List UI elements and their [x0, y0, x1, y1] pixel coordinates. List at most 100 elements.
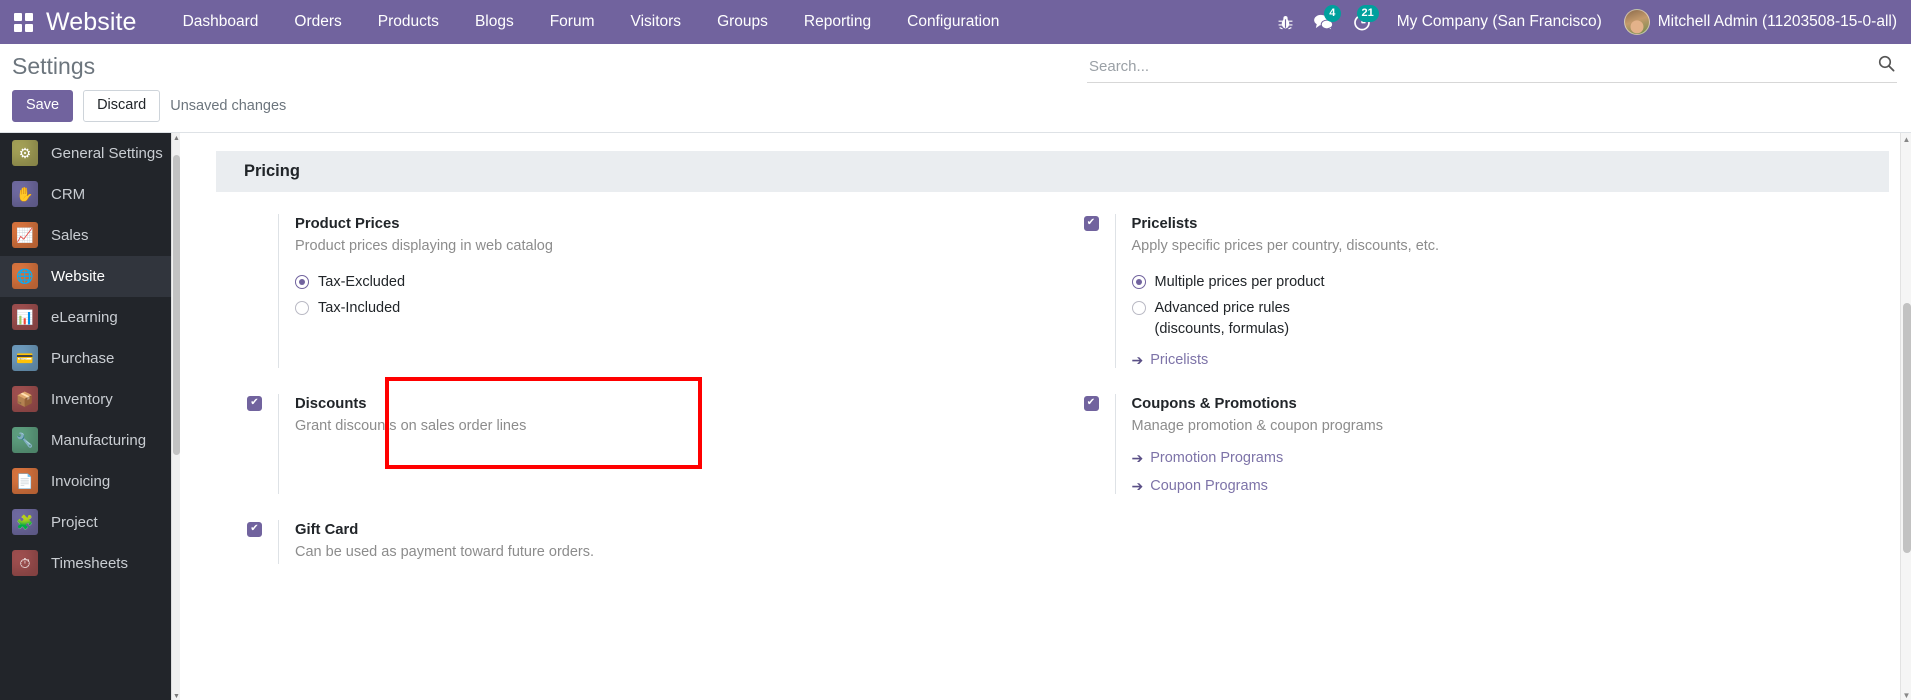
sidebar-item-label: CRM: [51, 185, 86, 203]
content-scroll-thumb[interactable]: [1903, 302, 1911, 553]
radio-sublabel: (discounts, formulas): [1154, 320, 1290, 337]
messages-icon[interactable]: 4: [1305, 0, 1343, 44]
radio-label: Tax-Included: [318, 300, 401, 317]
arrow-right-icon: ➔: [1131, 351, 1144, 368]
nav-item-products[interactable]: Products: [360, 0, 457, 44]
nav-item-forum[interactable]: Forum: [532, 0, 613, 44]
setting-block-coupons-promotions: ✔ Coupons & Promotions Manage promotion & …: [1053, 393, 1890, 520]
radio-row[interactable]: Tax-Included: [295, 298, 553, 319]
settings-sidebar: ⚙ General Settings ✋ CRM 📈 Sales 🌐 Website 📊 eLea…: [0, 132, 180, 700]
radio-multiple-prices-per-product[interactable]: [1131, 274, 1146, 289]
link-pricelists[interactable]: ➔ Pricelists: [1132, 352, 1440, 368]
setting-description: Grant discounts on sales order lines: [295, 417, 527, 434]
setting-title: Discounts: [295, 395, 367, 412]
nav-item-visitors[interactable]: Visitors: [613, 0, 700, 44]
puzzle-icon: 🧩: [12, 509, 38, 536]
nav-item-reporting[interactable]: Reporting: [786, 0, 889, 44]
sidebar-scroll-up-arrow[interactable]: ▲: [173, 135, 180, 142]
sidebar-item-timesheets[interactable]: ⏱ Timesheets: [0, 543, 180, 584]
checkbox-discounts[interactable]: ✔: [247, 395, 262, 411]
wrench-icon: 🔧: [12, 427, 38, 454]
setting-checkbox-column: ✔: [1053, 214, 1115, 231]
setting-body: Product Prices Product prices displaying …: [295, 214, 553, 319]
workspace: ⚙ General Settings ✋ CRM 📈 Sales 🌐 Website 📊 eLea…: [0, 132, 1911, 700]
sidebar-item-inventory[interactable]: 📦 Inventory: [0, 379, 180, 420]
control-panel: Settings Save Discard Unsaved changes: [0, 44, 1911, 133]
setting-description: Apply specific prices per country, disco…: [1131, 238, 1440, 255]
sidebar-item-website[interactable]: 🌐 Website: [0, 255, 180, 297]
setting-body: Gift Card Can be used as payment toward f…: [295, 520, 594, 564]
link-label: Pricelists: [1150, 351, 1209, 368]
link-promotion-programs[interactable]: ➔ Promotion Programs: [1132, 450, 1383, 466]
sidebar-item-label: eLearning: [51, 308, 118, 326]
activities-clock-icon[interactable]: 21: [1343, 0, 1381, 44]
setting-divider: [278, 393, 279, 494]
search-icon[interactable]: [1870, 55, 1895, 77]
search-input[interactable]: [1089, 57, 1870, 75]
radio-advanced-price-rules[interactable]: [1131, 301, 1146, 316]
sidebar-item-crm[interactable]: ✋ CRM: [0, 174, 180, 215]
radio-label: Multiple prices per product: [1154, 273, 1325, 290]
setting-body: Discounts Grant discounts on sales order …: [295, 394, 526, 438]
bug-icon[interactable]: [1267, 0, 1305, 44]
setting-divider: [278, 213, 279, 368]
sidebar-item-label: Timesheets: [51, 554, 128, 572]
sidebar-item-label: Project: [51, 513, 98, 531]
nav-item-blogs[interactable]: Blogs: [457, 0, 532, 44]
sidebar-item-sales[interactable]: 📈 Sales: [0, 215, 180, 256]
topbar-right-cluster: 4 21 My Company (San Francisco) Mitchell…: [1267, 0, 1911, 44]
setting-checkbox-column: ✔: [216, 394, 278, 411]
radio-row[interactable]: Tax-Excluded: [295, 272, 553, 293]
nav-item-dashboard[interactable]: Dashboard: [165, 0, 277, 44]
apps-grid-icon[interactable]: [0, 0, 46, 44]
stopwatch-icon: ⏱: [12, 550, 38, 577]
sidebar-scroll-thumb[interactable]: [173, 154, 180, 455]
setting-title: Coupons & Promotions: [1131, 395, 1297, 412]
radio-label-wrap: Tax-Excluded: [318, 272, 405, 293]
content-scroll-up-arrow[interactable]: ▲: [1901, 135, 1911, 144]
sidebar-item-elearning[interactable]: 📊 eLearning: [0, 297, 180, 338]
handshake-icon: ✋: [12, 181, 38, 208]
globe-icon: 🌐: [12, 263, 38, 290]
nav-item-groups[interactable]: Groups: [699, 0, 786, 44]
sidebar-item-project[interactable]: 🧩 Project: [0, 502, 180, 543]
radio-row[interactable]: Advanced price rules (discounts, formulas…: [1131, 298, 1440, 339]
gear-icon: ⚙: [12, 140, 38, 167]
content-scrollbar[interactable]: ▲ ▼: [1900, 132, 1911, 700]
nav-item-configuration[interactable]: Configuration: [889, 0, 1017, 44]
user-menu[interactable]: Mitchell Admin (11203508-15-0-all): [1618, 9, 1897, 35]
sidebar-item-list: ⚙ General Settings ✋ CRM 📈 Sales 🌐 Website 📊 eLea…: [0, 133, 180, 584]
radio-tax-included[interactable]: [295, 301, 309, 316]
setting-divider: [1114, 393, 1116, 494]
sidebar-scroll-down-arrow[interactable]: ▼: [173, 693, 180, 700]
radio-tax-excluded[interactable]: [295, 274, 309, 289]
sidebar-item-general-settings[interactable]: ⚙ General Settings: [0, 133, 180, 174]
radio-label: Advanced price rules: [1154, 300, 1290, 317]
setting-divider: [278, 519, 279, 564]
link-coupon-programs[interactable]: ➔ Coupon Programs: [1132, 478, 1383, 494]
checkbox-pricelists[interactable]: ✔: [1083, 215, 1099, 231]
setting-description: Product prices displaying in web catalog: [295, 238, 553, 255]
invoice-icon: 📄: [12, 468, 38, 495]
sidebar-scrollbar[interactable]: ▲ ▼: [171, 132, 180, 700]
nav-item-orders[interactable]: Orders: [276, 0, 359, 44]
save-button[interactable]: Save: [12, 90, 74, 122]
content-scroll-down-arrow[interactable]: ▼: [1901, 691, 1911, 700]
sidebar-item-invoicing[interactable]: 📄 Invoicing: [0, 461, 180, 502]
sidebar-item-label: Sales: [51, 226, 89, 244]
search-bar[interactable]: [1087, 52, 1897, 83]
company-switcher[interactable]: My Company (San Francisco): [1381, 13, 1618, 31]
radio-row[interactable]: Multiple prices per product: [1131, 272, 1440, 293]
sidebar-item-label: General Settings: [51, 144, 163, 162]
control-panel-button-row: Save Discard Unsaved changes: [0, 80, 1911, 132]
checkbox-gift-card[interactable]: ✔: [247, 521, 262, 537]
sidebar-item-purchase[interactable]: 💳 Purchase: [0, 338, 180, 379]
discard-button[interactable]: Discard: [83, 90, 161, 122]
setting-description: Can be used as payment toward future ord…: [295, 544, 595, 561]
box-icon: 📦: [12, 386, 38, 413]
link-label: Coupon Programs: [1150, 477, 1268, 494]
radio-label: Tax-Excluded: [318, 273, 406, 290]
setting-description: Manage promotion & coupon programs: [1131, 417, 1383, 434]
sidebar-item-manufacturing[interactable]: 🔧 Manufacturing: [0, 420, 180, 461]
checkbox-coupons-promotions[interactable]: ✔: [1083, 395, 1099, 411]
